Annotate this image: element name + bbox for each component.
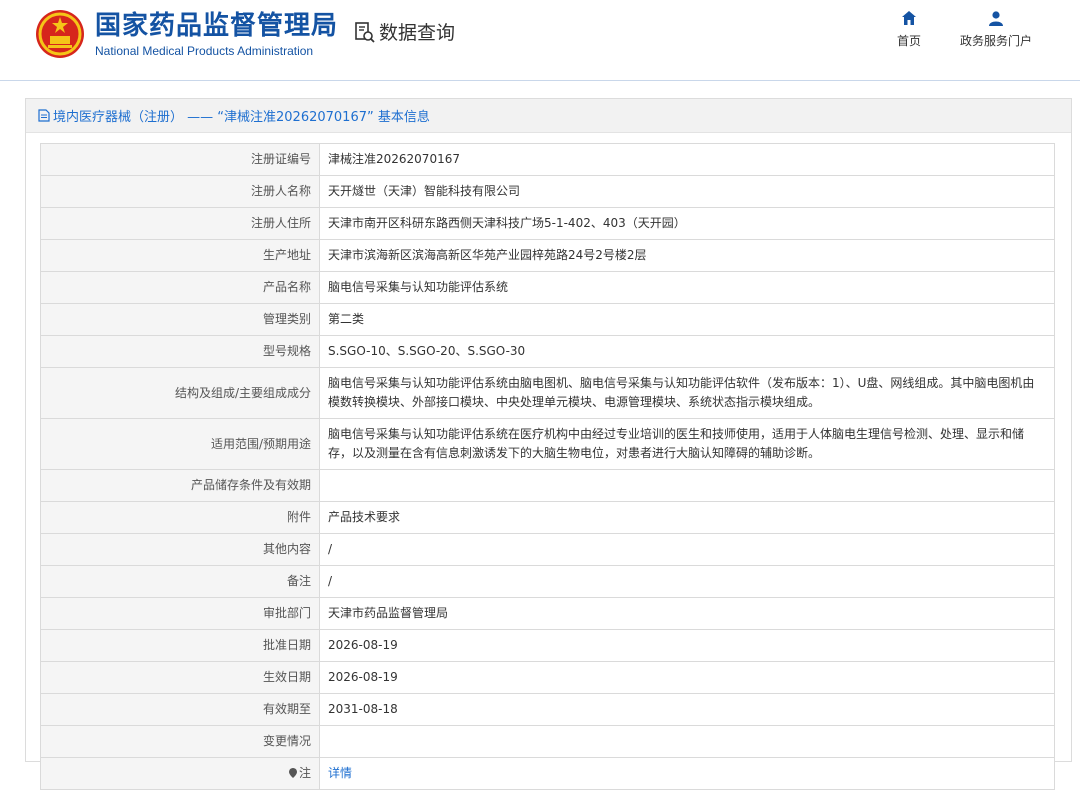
row-label: 附件: [40, 501, 320, 534]
row-value: 天津市南开区科研东路西侧天津科技广场5-1-402、403（天开园）: [319, 207, 1055, 240]
table-row: 生效日期 2026-08-19: [40, 661, 1055, 694]
data-query[interactable]: 数据查询: [355, 18, 455, 45]
table-row: 产品储存条件及有效期: [40, 469, 1055, 502]
row-value: 天开燧世（天津）智能科技有限公司: [319, 175, 1055, 208]
row-label: 型号规格: [40, 335, 320, 368]
table-row: 变更情况: [40, 725, 1055, 758]
table-row: 注册人住所 天津市南开区科研东路西侧天津科技广场5-1-402、403（天开园）: [40, 207, 1055, 240]
row-label: 注册人名称: [40, 175, 320, 208]
row-value: 2026-08-19: [319, 661, 1055, 694]
row-label: 产品储存条件及有效期: [40, 469, 320, 502]
brand-title: 国家药品监督管理局: [95, 11, 339, 41]
row-label: 批准日期: [40, 629, 320, 662]
table-row: 附件 产品技术要求: [40, 501, 1055, 534]
row-label: 生产地址: [40, 239, 320, 272]
info-table: 注册证编号 津械注准20262070167 注册人名称 天开燧世（天津）智能科技有限公…: [40, 143, 1055, 790]
nav-home-label: 首页: [897, 34, 922, 48]
nav-portal[interactable]: 政务服务门户: [960, 10, 1032, 49]
row-label: 有效期至: [40, 693, 320, 726]
row-value: /: [319, 565, 1055, 598]
row-value: /: [319, 533, 1055, 566]
row-label: 注册证编号: [40, 143, 320, 176]
row-value: 天津市药品监督管理局: [319, 597, 1055, 630]
row-value: 详情: [319, 757, 1055, 790]
document-icon: [38, 109, 50, 122]
nav-home[interactable]: 首页: [897, 10, 921, 49]
row-label: 适用范围/预期用途: [40, 418, 320, 470]
table-row: 产品名称 脑电信号采集与认知功能评估系统: [40, 271, 1055, 304]
row-label: 变更情况: [40, 725, 320, 758]
panel-title: 境内医疗器械（注册） —— “津械注准20262070167” 基本信息: [53, 110, 430, 125]
table-row: 管理类别 第二类: [40, 303, 1055, 336]
row-value: 津械注准20262070167: [319, 143, 1055, 176]
table-row: 审批部门 天津市药品监督管理局: [40, 597, 1055, 630]
row-label: 生效日期: [40, 661, 320, 694]
table-row: 结构及组成/主要组成成分 脑电信号采集与认知功能评估系统由脑电图机、脑电信号采集与…: [40, 367, 1055, 419]
user-icon: [989, 11, 1003, 26]
table-row: 生产地址 天津市滨海新区滨海高新区华苑产业园梓苑路24号2号楼2层: [40, 239, 1055, 272]
row-label: 其他内容: [40, 533, 320, 566]
table-row: 批准日期 2026-08-19: [40, 629, 1055, 662]
row-value: 脑电信号采集与认知功能评估系统: [319, 271, 1055, 304]
map-pin-icon: [288, 768, 297, 778]
brand[interactable]: 国家药品监督管理局 National Medical Products Admi…: [95, 10, 338, 58]
row-value: 2031-08-18: [319, 693, 1055, 726]
row-label: 审批部门: [40, 597, 320, 630]
table-row: 有效期至 2031-08-18: [40, 693, 1055, 726]
row-label: 结构及组成/主要组成成分: [40, 367, 320, 419]
row-label: 管理类别: [40, 303, 320, 336]
document-search-icon: [355, 21, 375, 43]
header: 国家药品监督管理局 National Medical Products Admi…: [0, 0, 1080, 81]
table-row: 注册证编号 津械注准20262070167: [40, 143, 1055, 176]
row-label: 产品名称: [40, 271, 320, 304]
brand-subtitle: National Medical Products Administration: [95, 44, 314, 58]
row-value: 天津市滨海新区滨海高新区华苑产业园梓苑路24号2号楼2层: [319, 239, 1055, 272]
row-label: 注: [40, 757, 320, 790]
row-value: [319, 469, 1055, 502]
row-value: [319, 725, 1055, 758]
note-label: 注: [298, 766, 311, 780]
details-link[interactable]: 详情: [328, 766, 352, 780]
row-value: 产品技术要求: [319, 501, 1055, 534]
row-value: 脑电信号采集与认知功能评估系统在医疗机构中由经过专业培训的医生和技师使用，适用于…: [319, 418, 1055, 470]
table-row: 型号规格 S.SGO-10、S.SGO-20、S.SGO-30: [40, 335, 1055, 368]
row-value: 脑电信号采集与认知功能评估系统由脑电图机、脑电信号采集与认知功能评估软件（发布版…: [319, 367, 1055, 419]
table-row: 其他内容 /: [40, 533, 1055, 566]
table-row: 备注 /: [40, 565, 1055, 598]
home-icon: [902, 11, 916, 25]
table-row: 适用范围/预期用途 脑电信号采集与认知功能评估系统在医疗机构中由经过专业培训的医生…: [40, 418, 1055, 470]
table-row-note: 注 详情: [40, 757, 1055, 790]
row-label: 注册人住所: [40, 207, 320, 240]
row-label: 备注: [40, 565, 320, 598]
national-emblem-icon: [36, 10, 84, 58]
row-value: 2026-08-19: [319, 629, 1055, 662]
data-query-label: 数据查询: [379, 22, 456, 44]
row-value: 第二类: [319, 303, 1055, 336]
nav-portal-label: 政务服务门户: [960, 34, 1033, 48]
row-value: S.SGO-10、S.SGO-20、S.SGO-30: [319, 335, 1055, 368]
detail-panel: 境内医疗器械（注册） —— “津械注准20262070167” 基本信息 注册证…: [25, 98, 1072, 790]
table-row: 注册人名称 天开燧世（天津）智能科技有限公司: [40, 175, 1055, 208]
panel-header: 境内医疗器械（注册） —— “津械注准20262070167” 基本信息: [26, 99, 1071, 133]
